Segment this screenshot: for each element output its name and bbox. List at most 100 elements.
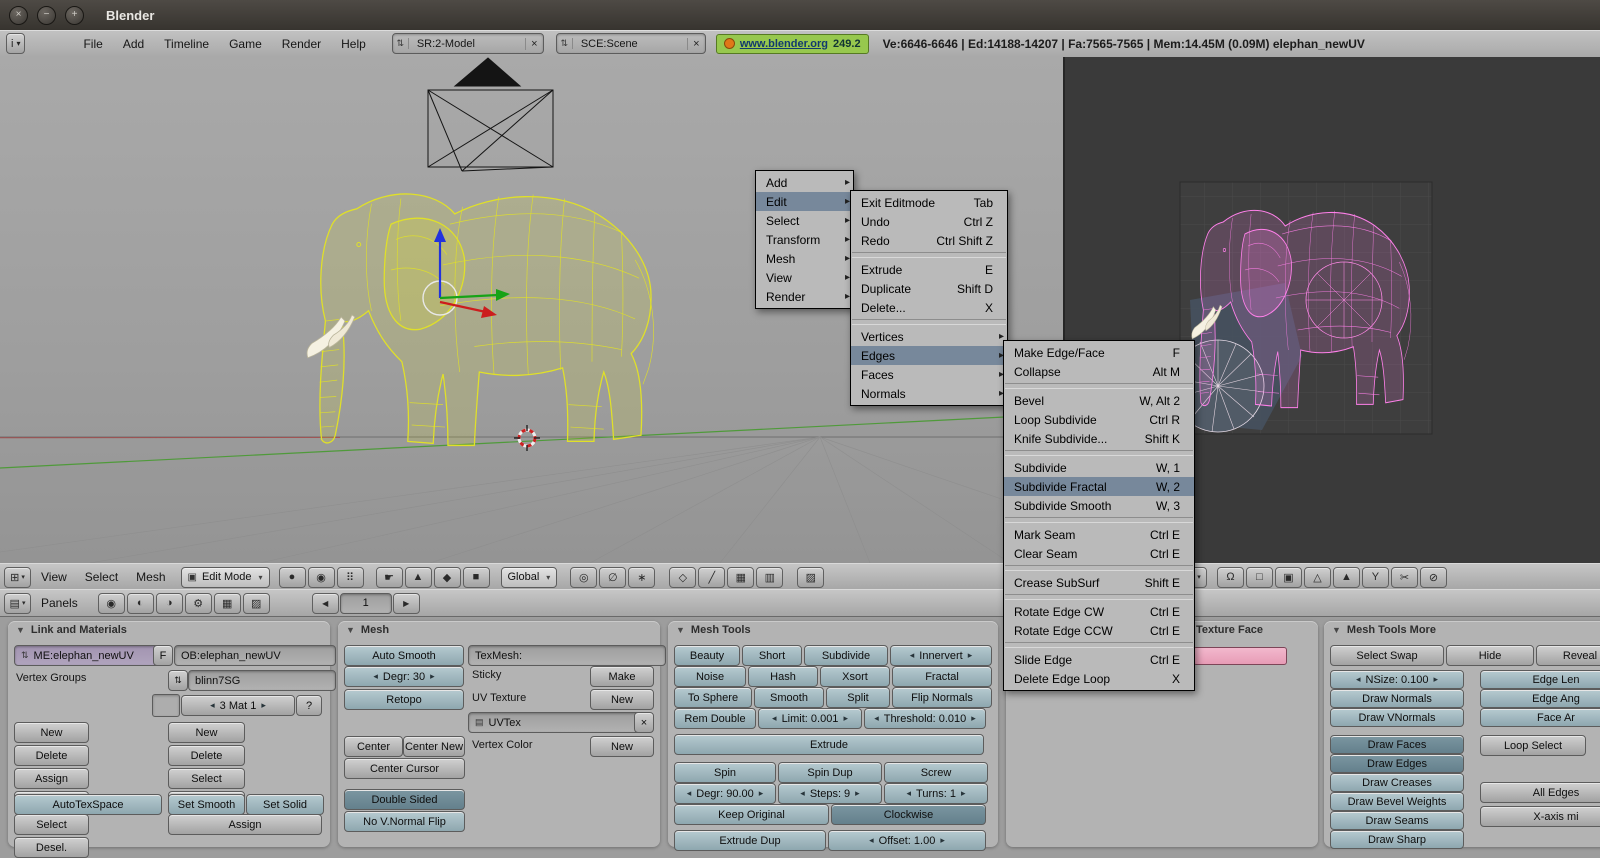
shaded-draw-icon[interactable]: ▥ [756,567,783,588]
editor-type-select[interactable]: ⊞ ▾ [4,567,31,588]
mesh-tools-more-button[interactable]: Draw Bevel Weights [1330,792,1464,811]
vgroup-stepper[interactable]: ⇅ [168,670,188,691]
blender-version-link[interactable]: www.blender.org 249.2 [716,34,869,54]
particle-mode-icon[interactable]: ∗ [628,567,655,588]
uv-face-icon[interactable]: ▣ [1275,567,1302,588]
set-solid-button[interactable]: Set Solid [246,794,324,815]
material-button[interactable]: Delete [168,745,245,766]
vgroup-button[interactable]: Select [14,814,89,835]
loop-select-button[interactable]: Loop Select [1480,735,1586,756]
logic-buttons-icon[interactable]: ◉ [98,593,125,614]
uv-texture-new-button[interactable]: New [590,689,654,710]
menu-item[interactable]: Delete... X [851,298,1007,317]
menubar-item[interactable]: Render [282,37,321,51]
menubar-item[interactable]: Timeline [164,37,209,51]
orientation-select[interactable]: Global ▾ [501,567,558,588]
mesh-tools-more-button[interactable]: Face Ar [1480,708,1600,727]
mesh-tools-button[interactable]: Spin Dup [778,762,882,783]
mesh-tools-button[interactable]: Short [742,645,802,666]
menubar-item[interactable]: Add [123,37,144,51]
vertex-color-new-button[interactable]: New [590,736,654,757]
mesh-tools-button[interactable]: Beauty [674,645,740,666]
fake-user-button[interactable]: F [153,645,173,666]
mesh-datablock-field[interactable]: ⇅ ME:elephan_newUV [14,645,164,666]
menu-item[interactable]: Delete Edge Loop X [1004,669,1194,688]
mesh-tools-button[interactable]: Threshold: 0.010 [864,708,986,729]
uv-sticky-solid-icon[interactable]: ▲ [1333,567,1360,588]
collapse-triangle-icon[interactable]: ▼ [1332,625,1341,635]
menu-item[interactable]: Make Edge/Face F [1004,343,1194,362]
mesh-tools-more-button[interactable]: Edge Ang [1480,689,1600,708]
no-vnormal-flip-toggle[interactable]: No V.Normal Flip [344,811,465,832]
blender-url[interactable]: www.blender.org [740,38,828,50]
mesh-tools-button[interactable]: Innervert [890,645,992,666]
uv-clip-icon[interactable]: ✂ [1391,567,1418,588]
menu-item[interactable]: Exit Editmode Tab [851,193,1007,212]
menu-item[interactable]: Subdivide Smooth W, 3 [1004,496,1194,515]
menu-item[interactable]: Transform [756,230,853,249]
minimize-button[interactable]: − [37,6,56,25]
vgroup-button[interactable]: New [14,722,89,743]
menu-item[interactable]: Subdivide Fractal W, 2 [1004,477,1194,496]
stepper-icon[interactable]: ⇅ [557,38,573,49]
close-button[interactable]: × [9,6,28,25]
mesh-tools-button[interactable]: Extrude Dup [674,830,826,851]
uv-yaxis-icon[interactable]: Y [1362,567,1389,588]
uv-square-icon[interactable]: □ [1246,567,1273,588]
menu-item[interactable] [1005,642,1193,648]
menu-item[interactable]: View [756,268,853,287]
draw-extra-icon[interactable]: ◇ [669,567,696,588]
collapse-triangle-icon[interactable]: ▼ [346,625,355,635]
mesh-tools-more-button[interactable]: Draw Edges [1330,754,1464,773]
proportional-edit-icon[interactable]: ◎ [570,567,597,588]
mesh-tools-button[interactable]: Subdivide [804,645,888,666]
mesh-tools-more-button[interactable]: Draw VNormals [1330,708,1464,727]
mesh-tools-more-button[interactable]: Draw Sharp [1330,830,1464,849]
mesh-tools-button[interactable]: Offset: 1.00 [828,830,986,851]
menu-item[interactable] [1005,383,1193,389]
menu-item[interactable]: Crease SubSurf Shift E [1004,573,1194,592]
editing-buttons-icon[interactable]: ▦ [214,593,241,614]
frame-stepper[interactable]: ◀ 1 ▶ [311,593,421,614]
menu-item[interactable]: Slide Edge Ctrl E [1004,650,1194,669]
scene-buttons-icon[interactable]: ▨ [243,593,270,614]
vgroup-button[interactable]: Desel. [14,837,89,858]
uvtex-name-field[interactable]: ▤ UVTex [468,712,646,733]
menu-item[interactable] [1005,565,1193,571]
menubar-item[interactable]: Game [229,37,262,51]
snap-icon[interactable]: ∅ [599,567,626,588]
material-color-swatch[interactable] [152,694,180,717]
vgroup-button[interactable]: Delete [14,745,89,766]
collapse-triangle-icon[interactable]: ▼ [676,625,685,635]
uv-pivot-icon[interactable]: Ω [1217,567,1244,588]
texture-face-color-swatch[interactable] [1193,647,1287,665]
shading-buttons-icon[interactable]: ◑ [156,593,183,614]
menubar-item[interactable]: File [83,37,102,51]
mesh-tools-more-button[interactable]: Hide [1446,645,1534,666]
mesh-tools-more-button[interactable]: Draw Creases [1330,773,1464,792]
panels-menu[interactable]: Panels [41,596,78,610]
view3d-menu-item[interactable]: Select [85,570,118,584]
uv-sticky-icon[interactable]: △ [1304,567,1331,588]
degr-slider[interactable]: Degr: 30 [344,666,464,687]
center-cursor-button[interactable]: Center Cursor [344,758,465,779]
material-button[interactable]: New [168,722,245,743]
material-help-button[interactable]: ? [296,695,322,716]
mesh-tools-button[interactable]: Noise [674,666,746,687]
manipulator-hand-icon[interactable]: ☛ [376,567,403,588]
screen-selector[interactable]: ⇅ SR:2-Model × [392,33,544,54]
uv-lock-icon[interactable]: ⊘ [1420,567,1447,588]
menu-item[interactable]: Loop Subdivide Ctrl R [1004,410,1194,429]
mesh-tools-more-button[interactable]: Draw Seams [1330,811,1464,830]
mesh-tools-button[interactable]: Fractal [892,666,992,687]
vertex-select-icon[interactable]: ▲ [405,567,432,588]
menu-item[interactable]: Bevel W, Alt 2 [1004,391,1194,410]
menu-item[interactable] [852,252,1006,258]
material-button[interactable]: Select [168,768,245,789]
menu-item[interactable]: Extrude E [851,260,1007,279]
grid-icon[interactable]: ▦ [727,567,754,588]
mesh-tools-button[interactable]: Smooth [754,687,824,708]
menu-item[interactable]: Rotate Edge CW Ctrl E [1004,602,1194,621]
vgroup-button[interactable]: Assign [14,768,89,789]
extrude-button[interactable]: Extrude [674,734,984,755]
